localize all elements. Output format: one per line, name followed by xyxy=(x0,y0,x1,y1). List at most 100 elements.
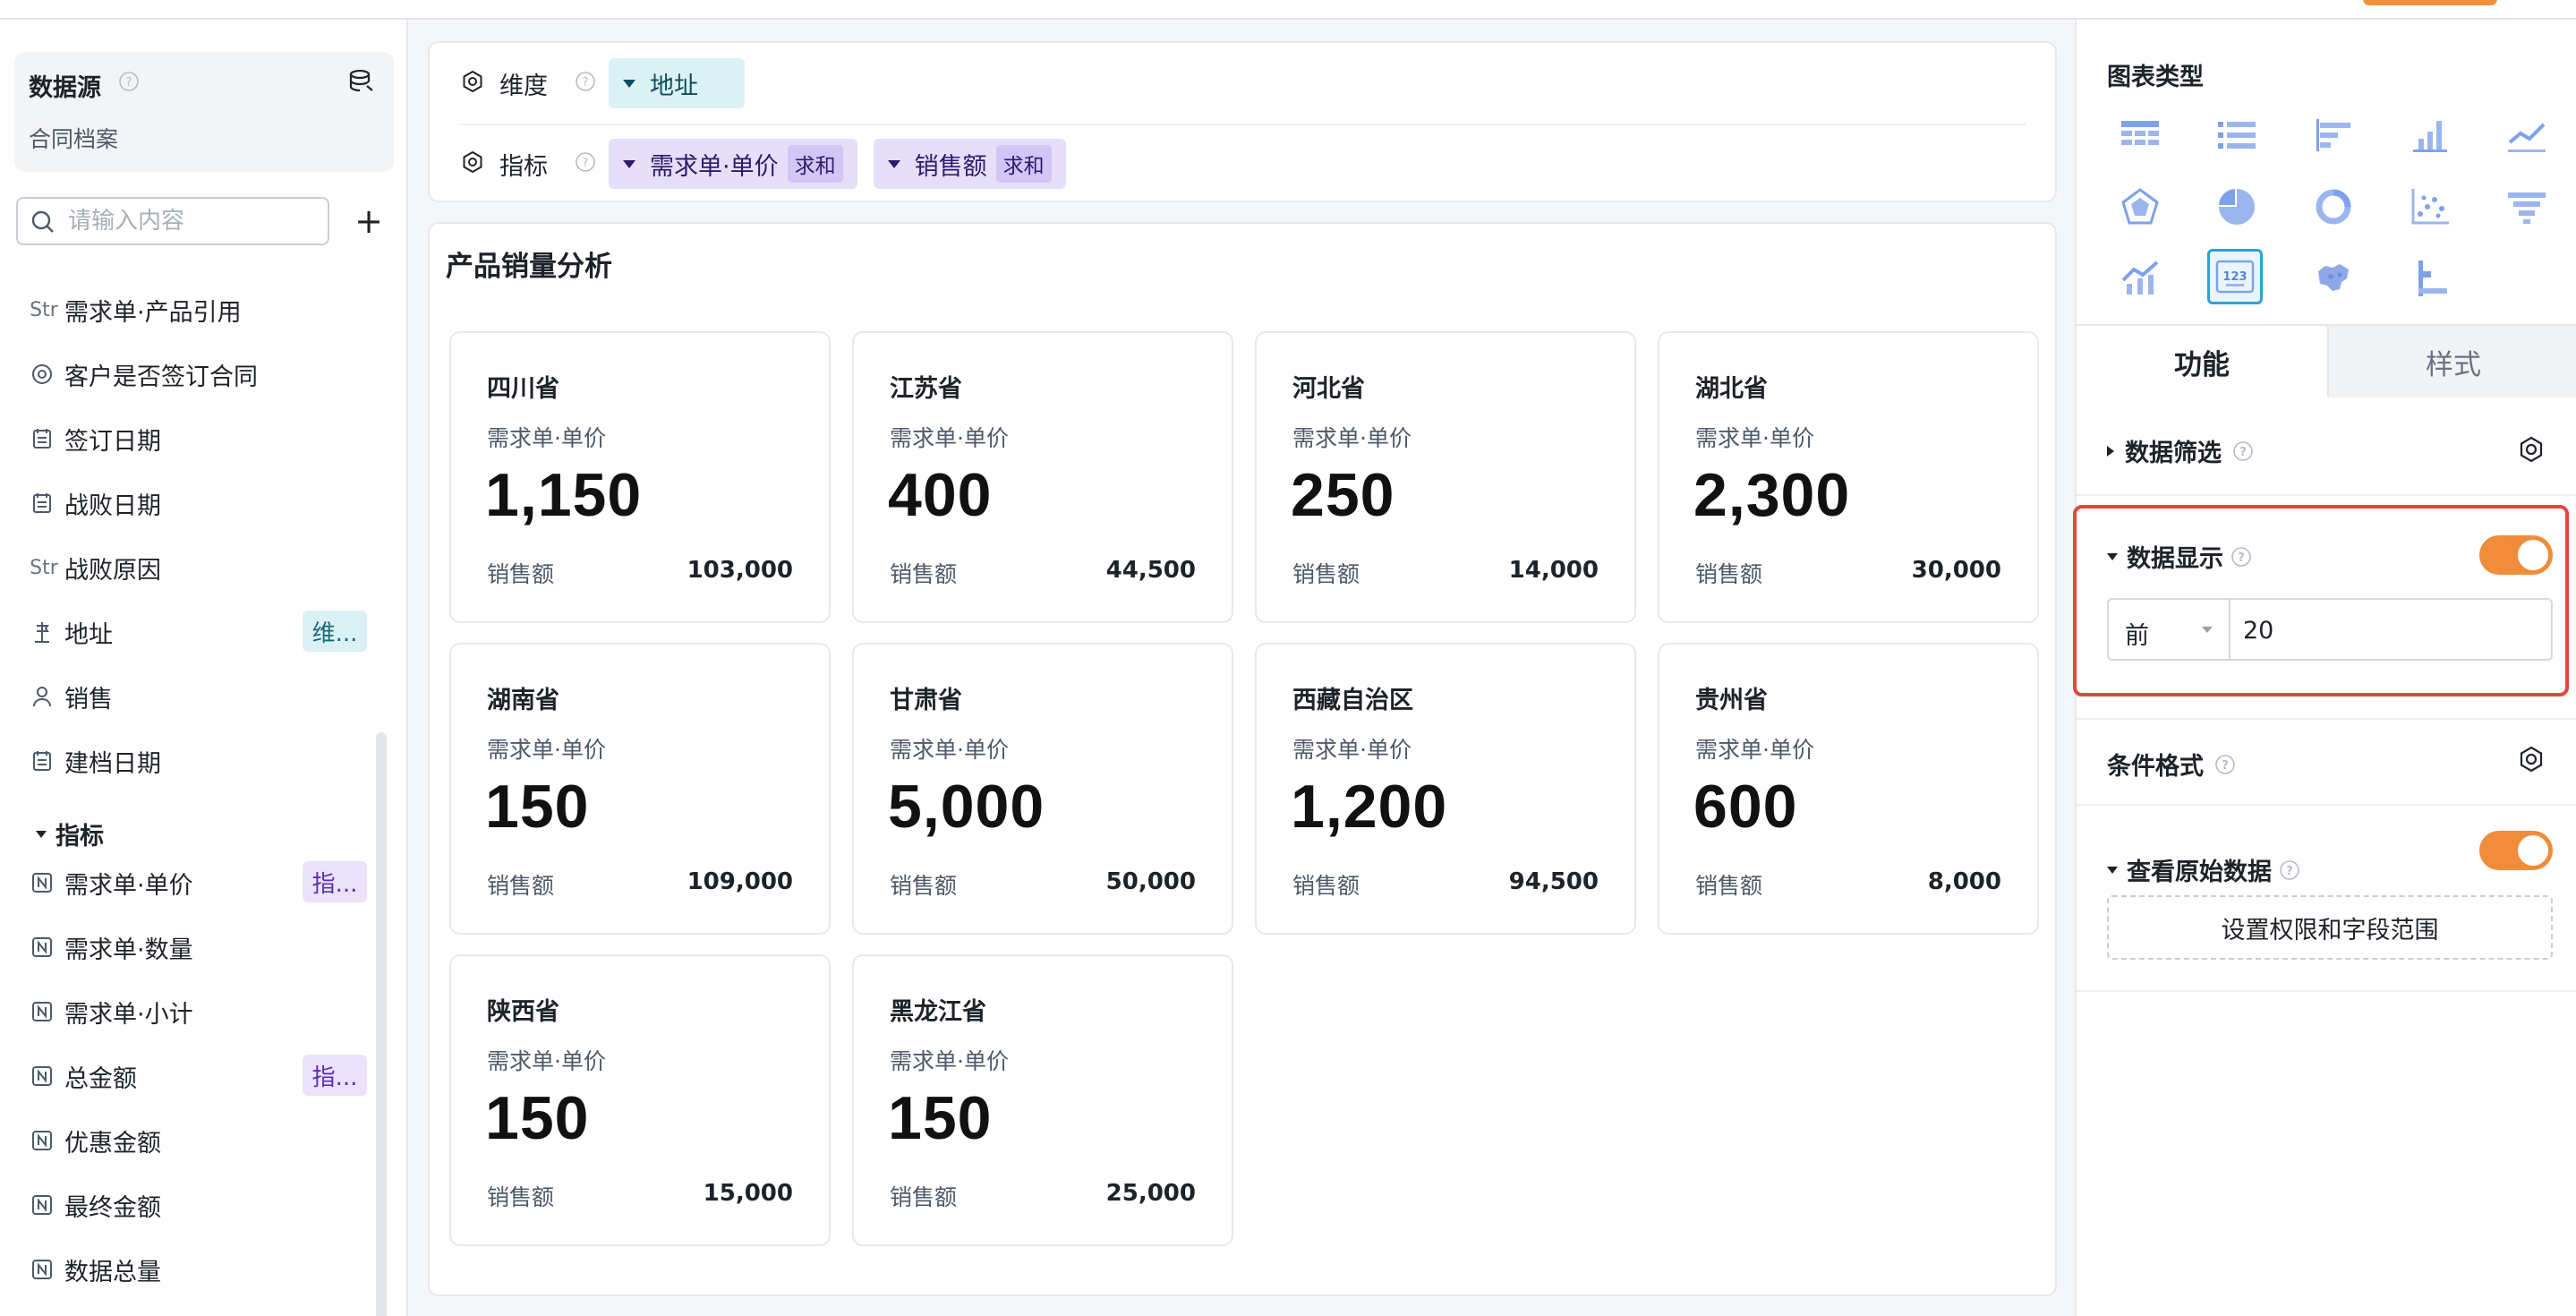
table-icon[interactable] xyxy=(2112,107,2168,163)
dimension-pill[interactable]: 地址 xyxy=(609,58,745,108)
indicator-card[interactable]: 湖南省 需求单·单价 150 销售额 109,000 xyxy=(449,643,831,935)
raw-data-toggle[interactable] xyxy=(2479,831,2553,870)
field-sidebar: 数据源 ? 合同档案 + Str 需求单·产品引用 客户是否签订合同 签订日期 xyxy=(0,20,408,1316)
database-icon[interactable] xyxy=(347,68,376,98)
combo-chart-icon[interactable] xyxy=(2112,251,2168,306)
caret-down-icon xyxy=(623,159,635,168)
search-icon xyxy=(30,209,55,238)
add-field-button[interactable]: + xyxy=(351,199,387,244)
indicator-card[interactable]: 黑龙江省 需求单·单价 150 销售额 25,000 xyxy=(852,954,1233,1246)
card-sub-value: 44,500 xyxy=(1105,557,1196,584)
search-input[interactable] xyxy=(68,206,319,236)
number-icon xyxy=(29,1192,55,1218)
help-icon[interactable]: ? xyxy=(2232,440,2254,462)
settings-icon[interactable] xyxy=(2517,435,2546,467)
field-search[interactable] xyxy=(16,197,329,245)
field-item[interactable]: 战败日期 xyxy=(29,482,369,525)
tab-function[interactable]: 功能 xyxy=(2077,326,2327,397)
svg-text:?: ? xyxy=(583,157,589,170)
string-icon: Str xyxy=(30,298,58,321)
indicator-card[interactable]: 湖北省 需求单·单价 2,300 销售额 30,000 xyxy=(1658,331,2039,623)
field-item[interactable]: 地址 维... xyxy=(29,611,369,654)
raw-data-section[interactable]: 查看原始数据 ? xyxy=(2107,852,2300,887)
help-icon[interactable]: ? xyxy=(118,71,140,96)
card-metric-value: 250 xyxy=(1291,461,1395,529)
dimension-settings-icon[interactable] xyxy=(460,69,485,98)
calendar-icon xyxy=(29,748,55,774)
number-icon xyxy=(29,869,55,896)
caret-down-icon xyxy=(36,830,47,838)
chart-panel: 产品销量分析 四川省 需求单·单价 1,150 销售额 103,000 江苏省 … xyxy=(428,222,2057,1296)
data-filter-section[interactable]: 数据筛选 ? xyxy=(2107,433,2254,468)
list-icon[interactable] xyxy=(2209,107,2265,163)
card-sub-value: 30,000 xyxy=(1911,557,2001,584)
indicator-card[interactable]: 陕西省 需求单·单价 150 销售额 15,000 xyxy=(449,954,831,1246)
pie-icon[interactable] xyxy=(2209,179,2265,235)
help-icon[interactable]: ? xyxy=(2279,859,2300,881)
metric-item[interactable]: 最终金额 xyxy=(29,1184,369,1226)
card-metric-name: 需求单·单价 xyxy=(1695,737,1814,763)
settings-icon[interactable] xyxy=(2517,745,2546,777)
metric-pill[interactable]: 需求单·单价 求和 xyxy=(609,139,857,189)
set-permission-button[interactable]: 设置权限和字段范围 xyxy=(2107,895,2553,960)
caret-down-icon xyxy=(2107,866,2118,874)
card-metric-name: 需求单·单价 xyxy=(1292,425,1412,451)
help-icon[interactable]: ? xyxy=(575,151,596,176)
metric-item[interactable]: 总金额 指... xyxy=(29,1055,369,1098)
datasource-card[interactable]: 数据源 ? 合同档案 xyxy=(14,52,394,172)
metric-item[interactable]: 需求单·小计 xyxy=(29,990,369,1033)
card-sub-value: 109,000 xyxy=(687,868,793,895)
field-item[interactable]: 签订日期 xyxy=(29,417,369,460)
help-icon[interactable]: ? xyxy=(575,71,596,96)
field-item[interactable]: Str 战败原因 xyxy=(29,546,369,589)
indicator-card[interactable]: 西藏自治区 需求单·单价 1,200 销售额 94,500 xyxy=(1255,643,1636,935)
metrics-section-header[interactable]: 指标 xyxy=(36,816,104,851)
field-item[interactable]: 建档日期 xyxy=(29,739,369,782)
metric-item[interactable]: 数据总量 xyxy=(29,1248,369,1291)
metric-item[interactable]: 优惠金额 xyxy=(29,1119,369,1162)
settings-tabs: 功能 样式 xyxy=(2077,324,2576,397)
svg-text:?: ? xyxy=(2222,759,2229,773)
horizontal-bar-icon[interactable] xyxy=(2306,107,2361,163)
card-sub-value: 15,000 xyxy=(703,1180,793,1207)
gantt-icon[interactable] xyxy=(2402,251,2458,306)
tab-style[interactable]: 样式 xyxy=(2327,326,2576,397)
conditional-format-section[interactable]: 条件格式 ? xyxy=(2107,747,2236,782)
card-sub-value: 25,000 xyxy=(1105,1180,1196,1207)
metric-pill[interactable]: 销售额 求和 xyxy=(873,139,1066,189)
indicator-card[interactable]: 贵州省 需求单·单价 600 销售额 8,000 xyxy=(1658,643,2039,935)
toggle-knob xyxy=(2518,835,2548,866)
metric-item[interactable]: 需求单·数量 xyxy=(29,926,369,969)
card-province: 河北省 xyxy=(1292,375,1365,403)
help-icon[interactable]: ? xyxy=(2214,754,2236,775)
field-item[interactable]: 销售 xyxy=(29,675,369,718)
indicator-card[interactable]: 江苏省 需求单·单价 400 销售额 44,500 xyxy=(852,331,1233,623)
bar-chart-icon[interactable] xyxy=(2402,107,2458,163)
card-province: 甘肃省 xyxy=(890,687,962,714)
scatter-icon[interactable] xyxy=(2402,179,2458,235)
card-sub-value: 14,000 xyxy=(1508,557,1599,584)
number-icon xyxy=(29,998,55,1025)
map-icon[interactable] xyxy=(2306,251,2361,306)
card-province: 湖北省 xyxy=(1695,375,1768,403)
metric-settings-icon[interactable] xyxy=(460,150,485,178)
top-action-button[interactable] xyxy=(2363,0,2497,5)
field-item[interactable]: Str 需求单·产品引用 xyxy=(29,288,369,331)
highlight-box xyxy=(2073,505,2569,696)
sidebar-scrollbar[interactable] xyxy=(376,732,387,1316)
card-metric-value: 150 xyxy=(485,773,590,841)
radar-icon[interactable] xyxy=(2112,179,2168,235)
indicator-card[interactable]: 甘肃省 需求单·单价 5,000 销售额 50,000 xyxy=(852,643,1233,935)
funnel-icon[interactable] xyxy=(2499,179,2555,235)
indicator-card[interactable]: 河北省 需求单·单价 250 销售额 14,000 xyxy=(1255,331,1636,623)
metric-item[interactable]: 需求单·单价 指... xyxy=(29,861,369,904)
field-item[interactable]: 客户是否签订合同 xyxy=(29,353,369,396)
number-icon xyxy=(29,1063,55,1090)
divider xyxy=(2077,494,2576,496)
card-metric-value: 2,300 xyxy=(1693,461,1851,529)
indicator-card-icon[interactable]: 123 xyxy=(2207,249,2263,304)
donut-icon[interactable] xyxy=(2306,179,2361,235)
line-chart-icon[interactable] xyxy=(2499,107,2555,163)
indicator-card[interactable]: 四川省 需求单·单价 1,150 销售额 103,000 xyxy=(449,331,831,623)
dimension-tag: 维... xyxy=(303,611,367,652)
